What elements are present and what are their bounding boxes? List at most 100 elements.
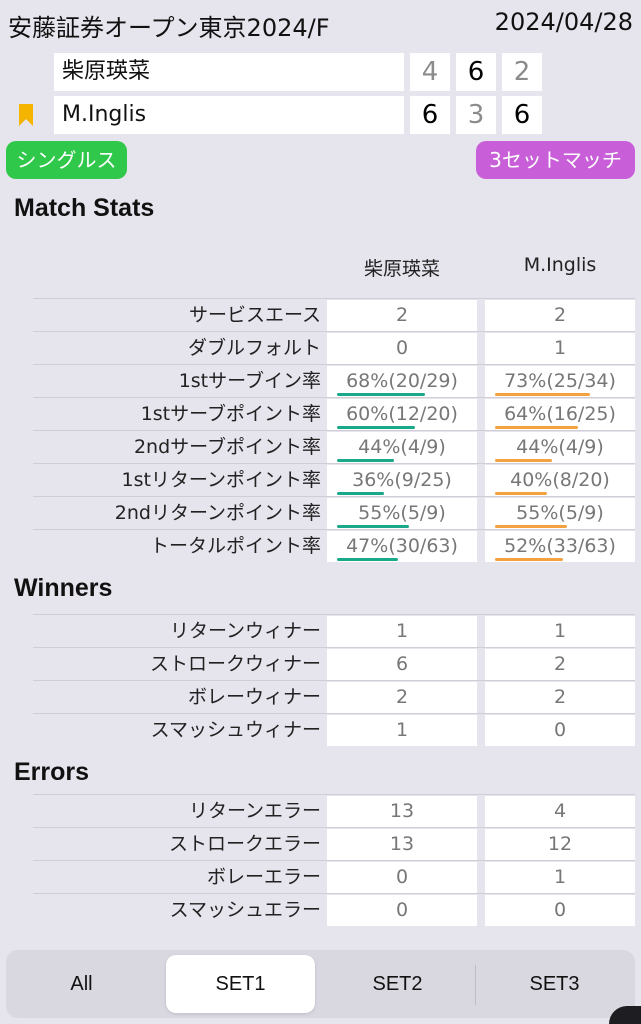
stat-label: 1stリターンポイント率 xyxy=(121,469,322,491)
stat-row: 1stサーブイン率 68%(20/29) 73%(25/34) xyxy=(33,364,635,397)
stat-row: ボレーウィナー 2 2 xyxy=(33,680,635,713)
player1-name: 柴原瑛菜 xyxy=(54,53,404,91)
stat-value-player2: 44%(4/9) xyxy=(485,432,635,463)
percentage-bar xyxy=(337,459,394,462)
stat-value-text: 6 xyxy=(395,653,409,675)
stat-value-text: 1 xyxy=(395,719,409,741)
stat-row: ダブルフォルト 0 1 xyxy=(33,331,635,364)
stat-value-player2: 0 xyxy=(485,715,635,746)
stat-value-player1: 1 xyxy=(327,616,477,647)
stat-row: スマッシュエラー 0 0 xyxy=(33,893,635,926)
player2-set3-score: 6 xyxy=(502,96,542,134)
stat-value-player1: 2 xyxy=(327,300,477,331)
stat-label: スマッシュウィナー xyxy=(150,719,321,741)
stat-label: ストロークエラー xyxy=(168,833,321,855)
stat-row: 1stリターンポイント率 36%(9/25) 40%(8/20) xyxy=(33,463,635,496)
stat-value-text: 0 xyxy=(395,899,409,921)
stat-label: ボレーウィナー xyxy=(187,686,321,708)
stat-value-text: 64%(16/25) xyxy=(504,403,616,425)
match-date: 2024/04/28 xyxy=(494,8,633,36)
stat-value-player1: 0 xyxy=(327,895,477,926)
stat-value-player1: 68%(20/29) xyxy=(327,366,477,397)
stat-label: リターンエラー xyxy=(188,800,321,822)
player2-name: M.Inglis xyxy=(54,96,404,134)
stat-value-player1: 1 xyxy=(327,715,477,746)
stat-value-text: 55%(5/9) xyxy=(516,502,604,524)
stat-value-text: 0 xyxy=(553,719,567,741)
stat-value-player1: 13 xyxy=(327,829,477,860)
stat-value-text: 13 xyxy=(389,800,415,822)
column-header-player2: M.Inglis xyxy=(523,254,597,276)
percentage-bar xyxy=(495,459,552,462)
stat-label: 1stサーブポイント率 xyxy=(140,403,321,425)
stat-value-text: 2 xyxy=(395,686,409,708)
tournament-title: 安藤証券オープン東京2024/F xyxy=(8,14,330,42)
stat-label: 2ndサーブポイント率 xyxy=(133,436,321,458)
stat-value-player1: 36%(9/25) xyxy=(327,465,477,496)
stat-row: サービスエース 2 2 xyxy=(33,298,635,331)
stat-value-text: 44%(4/9) xyxy=(358,436,446,458)
stat-value-player2: 2 xyxy=(485,682,635,713)
stat-value-player1: 60%(12/20) xyxy=(327,399,477,430)
stat-row: ストロークエラー 13 12 xyxy=(33,827,635,860)
stat-value-text: 2 xyxy=(553,653,567,675)
stat-value-text: 68%(20/29) xyxy=(346,370,458,392)
percentage-bar xyxy=(337,492,384,495)
stat-value-player2: 0 xyxy=(485,895,635,926)
player1-set1-score: 4 xyxy=(410,53,450,91)
stat-row: ボレーエラー 0 1 xyxy=(33,860,635,893)
stat-row: 2ndリターンポイント率 55%(5/9) 55%(5/9) xyxy=(33,496,635,529)
stat-label: サービスエース xyxy=(188,304,321,326)
percentage-bar xyxy=(495,558,563,561)
stat-value-text: 2 xyxy=(553,686,567,708)
tab-divider xyxy=(475,965,476,1005)
player1-set2-score: 6 xyxy=(456,53,496,91)
stat-label: スマッシュエラー xyxy=(169,899,321,921)
percentage-bar xyxy=(337,558,398,561)
percentage-bar xyxy=(495,426,578,429)
stat-value-player2: 52%(33/63) xyxy=(485,531,635,562)
percentage-bar xyxy=(495,393,590,396)
stat-row: スマッシュウィナー 1 0 xyxy=(33,713,635,746)
percentage-bar xyxy=(495,525,567,528)
stat-value-text: 55%(5/9) xyxy=(358,502,446,524)
stat-value-player2: 64%(16/25) xyxy=(485,399,635,430)
stat-value-text: 60%(12/20) xyxy=(346,403,458,425)
stat-label: トータルポイント率 xyxy=(149,535,321,557)
stat-value-player2: 2 xyxy=(485,649,635,680)
stat-value-text: 44%(4/9) xyxy=(516,436,604,458)
tab-all[interactable]: All xyxy=(7,955,156,1013)
stat-value-player2: 1 xyxy=(485,862,635,893)
stat-value-player1: 13 xyxy=(327,796,477,827)
stat-row: リターンウィナー 1 1 xyxy=(33,614,635,647)
stat-value-player1: 55%(5/9) xyxy=(327,498,477,529)
column-header-player1: 柴原瑛菜 xyxy=(363,258,440,280)
stat-row: トータルポイント率 47%(30/63) 52%(33/63) xyxy=(33,529,635,562)
percentage-bar xyxy=(337,525,409,528)
percentage-bar xyxy=(495,492,547,495)
stat-value-text: 1 xyxy=(395,620,409,642)
stat-value-player1: 47%(30/63) xyxy=(327,531,477,562)
stat-value-player2: 1 xyxy=(485,616,635,647)
stat-value-text: 47%(30/63) xyxy=(346,535,458,557)
stat-value-text: 1 xyxy=(553,620,567,642)
tab-set3[interactable]: SET3 xyxy=(480,955,629,1013)
stat-row: 2ndサーブポイント率 44%(4/9) 44%(4/9) xyxy=(33,430,635,463)
bookmark-icon xyxy=(19,104,33,126)
stat-value-player1: 44%(4/9) xyxy=(327,432,477,463)
tab-set2[interactable]: SET2 xyxy=(323,955,472,1013)
stat-value-player1: 0 xyxy=(327,333,477,364)
stat-value-text: 73%(25/34) xyxy=(504,370,616,392)
stat-label: 2ndリターンポイント率 xyxy=(114,502,321,524)
match-stats-title: Match Stats xyxy=(14,194,155,222)
set-segmented-control: All SET1 SET2 SET3 xyxy=(6,950,635,1018)
stat-value-player2: 2 xyxy=(485,300,635,331)
tab-set1[interactable]: SET1 xyxy=(166,955,315,1013)
player2-set1-score: 6 xyxy=(410,96,450,134)
stat-value-player1: 2 xyxy=(327,682,477,713)
stat-value-player1: 6 xyxy=(327,649,477,680)
stat-value-player2: 4 xyxy=(485,796,635,827)
stat-value-text: 1 xyxy=(553,866,567,888)
stat-value-text: 52%(33/63) xyxy=(504,535,616,557)
stat-value-text: 2 xyxy=(553,304,567,326)
